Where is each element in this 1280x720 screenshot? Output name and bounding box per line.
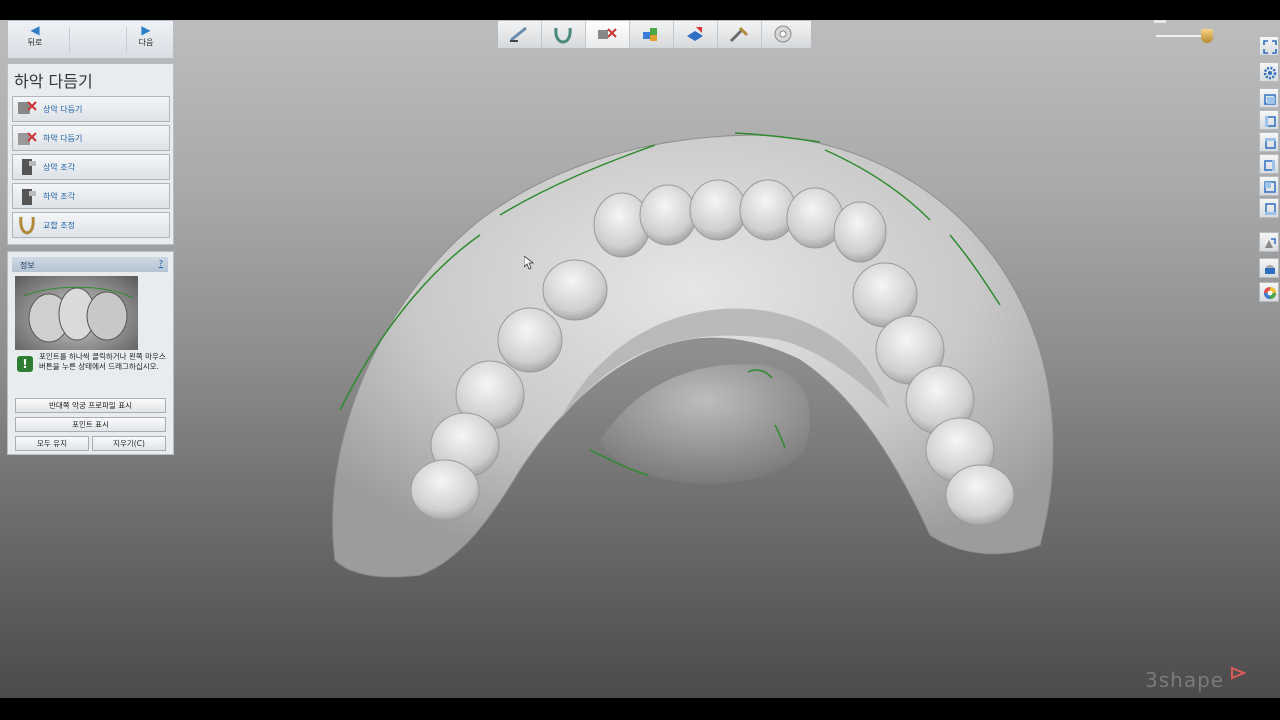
step-label: 상악 다듬기 [43, 105, 83, 114]
step-lower-sculpt[interactable]: 하악 조각 [12, 183, 170, 209]
model-base-icon [687, 27, 703, 41]
view-back-icon [1264, 181, 1276, 193]
fullscreen-button[interactable] [1259, 36, 1279, 56]
scan-tool-button[interactable] [498, 21, 542, 48]
occlusion-icon [19, 216, 35, 235]
arch-tool-button[interactable] [542, 21, 586, 48]
upper-sculpt-icon [22, 159, 36, 175]
arrow-right-icon: ▶ [141, 23, 151, 37]
model-toggle-button[interactable] [1259, 232, 1279, 252]
letterbox-bottom [0, 698, 1280, 720]
disc-icon [774, 25, 792, 43]
model-toggle-icon [1265, 238, 1276, 248]
brand-triangle-icon [1231, 666, 1246, 680]
sculpt-tool-button[interactable] [718, 21, 762, 48]
step-label: 상악 조각 [43, 163, 75, 172]
step-upper-trim[interactable]: 상악 다듬기 [12, 96, 170, 122]
view-bottom-button[interactable] [1259, 198, 1279, 218]
color-wheel-icon [1264, 287, 1276, 299]
view-left-icon [1265, 116, 1276, 127]
wizard-navigation: ◀ 뒤로 ▶ 다음 [7, 20, 174, 59]
tip-mouse-icon: ! [17, 356, 33, 372]
back-label: 뒤로 [27, 38, 43, 47]
lower-sculpt-icon [22, 189, 36, 205]
view-right-icon [1264, 160, 1275, 171]
top-toolbar [497, 20, 812, 49]
color-mode-button[interactable] [1259, 282, 1279, 302]
arrow-left-icon: ◀ [30, 23, 40, 37]
lower-trim-icon [18, 132, 37, 145]
scan-tool-icon [510, 26, 527, 42]
step-label: 하악 조각 [43, 192, 75, 201]
slider-handle[interactable] [1201, 29, 1213, 43]
back-button[interactable]: ◀ 뒤로 [10, 23, 60, 55]
info-header: 정보 ? [12, 257, 168, 272]
arch-icon [554, 27, 572, 44]
jaw-toggle-button[interactable] [1259, 258, 1279, 278]
disc-tool-button[interactable] [762, 21, 805, 48]
blocks-tool-button[interactable] [630, 21, 674, 48]
step-label: 하악 다듬기 [43, 134, 83, 143]
trim-tool-button[interactable] [586, 21, 630, 48]
3d-viewport[interactable] [0, 20, 1280, 698]
clear-button[interactable]: 지우기(C) [92, 436, 166, 451]
show-opposing-profile-button[interactable]: 반대쪽 악궁 프로파일 표시 [15, 398, 166, 413]
step-upper-sculpt[interactable]: 상악 조각 [12, 154, 170, 180]
show-points-button[interactable]: 포인트 표시 [15, 417, 166, 432]
info-title: 정보 [20, 261, 35, 270]
trim-tool-icon [598, 28, 617, 39]
next-label: 다음 [138, 38, 154, 47]
mouse-cursor-icon [524, 256, 534, 270]
upper-trim-icon [18, 101, 37, 114]
brand-logo: 3shape [1145, 668, 1225, 692]
dental-arch-model[interactable] [0, 20, 1280, 698]
preview-thumbnail [15, 276, 138, 350]
step-occlusion[interactable]: 교합 조정 [12, 212, 170, 238]
blocks-icon [643, 28, 657, 41]
settings-gear-icon [1263, 66, 1277, 80]
sculpt-tool-icon [729, 26, 749, 43]
settings-button[interactable] [1259, 62, 1279, 82]
step-lower-trim[interactable]: 하악 다듬기 [12, 125, 170, 151]
model-base-tool-button[interactable] [674, 21, 718, 48]
jaw-toggle-icon [1265, 265, 1275, 274]
view-top-icon [1265, 138, 1276, 149]
letterbox-top [0, 0, 1280, 20]
page-title: 하악 다듬기 [14, 72, 93, 91]
keep-all-button[interactable]: 모두 유지 [15, 436, 89, 451]
nav-separator [69, 27, 127, 53]
view-front-icon [1264, 94, 1276, 105]
help-link[interactable]: ? [159, 259, 163, 268]
view-top-button[interactable] [1259, 132, 1279, 152]
fullscreen-icon [1263, 40, 1277, 54]
transparency-slider[interactable] [1156, 35, 1206, 37]
tip-text: 포인트를 하나씩 클릭하거나 왼쪽 마우스 버튼을 누른 상태에서 드래그하십시… [39, 352, 166, 371]
steps-panel: 하악 다듬기 상악 다듬기 하악 다듬기 상악 조각 하악 조각 교합 조정 [7, 63, 174, 245]
view-front-button[interactable] [1259, 88, 1279, 108]
info-panel: 정보 ? ! 포인트를 하나씩 클릭하거나 왼쪽 마우스 버튼을 누른 상태에서… [7, 251, 174, 455]
next-button[interactable]: ▶ 다음 [121, 23, 171, 55]
view-left-button[interactable] [1259, 110, 1279, 130]
view-back-button[interactable] [1259, 176, 1279, 196]
step-label: 교합 조정 [43, 221, 75, 230]
tongue-space [600, 364, 810, 484]
opacity-slider-icon [1154, 20, 1166, 23]
view-right-button[interactable] [1259, 154, 1279, 174]
view-bottom-icon [1265, 203, 1276, 215]
